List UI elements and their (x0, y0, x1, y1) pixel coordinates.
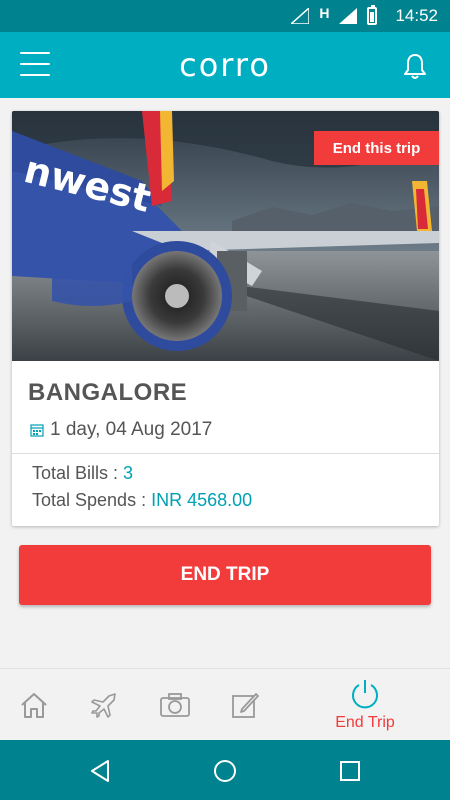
menu-icon-line (20, 74, 50, 76)
flight-icon (91, 693, 116, 718)
edit-icon (232, 693, 259, 718)
app-bar: corro (0, 32, 450, 98)
trip-card[interactable]: nwest End this trip BANGALORE 1 day, 04 … (12, 111, 439, 526)
end-this-trip-badge[interactable]: End this trip (314, 131, 439, 165)
status-time: 14:52 (395, 6, 438, 25)
home-icon (21, 693, 47, 718)
status-bar: H 14:52 (0, 0, 450, 32)
power-icon (352, 680, 378, 709)
card-divider (12, 453, 439, 454)
wifi-signal-icon (291, 8, 310, 24)
nav-home[interactable] (14, 669, 54, 741)
nav-end-trip[interactable]: End Trip (320, 669, 410, 741)
home-circle-icon[interactable] (211, 757, 239, 785)
recent-apps-icon[interactable] (336, 757, 364, 785)
nav-camera[interactable] (155, 669, 195, 741)
system-nav-bar (0, 740, 450, 800)
end-trip-button[interactable]: END TRIP (19, 545, 431, 605)
battery-icon (367, 5, 378, 25)
total-spends-row: Total Spends : INR 4568.00 (32, 490, 252, 511)
trip-date-row: 1 day, 04 Aug 2017 (30, 419, 212, 441)
trip-cover-image: nwest End this trip (12, 111, 439, 361)
total-bills-value: 3 (123, 463, 134, 483)
app-logo: corro (179, 46, 271, 84)
nav-edit[interactable] (225, 669, 265, 741)
total-spends-label: Total Spends : (32, 490, 147, 510)
menu-icon-line (20, 63, 50, 65)
total-spends-value: INR 4568.00 (151, 490, 253, 510)
total-bills-label: Total Bills : (32, 463, 119, 483)
notification-bell-icon[interactable] (402, 52, 428, 80)
bottom-nav: End Trip (0, 668, 450, 740)
calendar-icon (30, 424, 44, 437)
back-icon[interactable] (86, 757, 114, 785)
total-bills-row: Total Bills : 3 (32, 463, 133, 484)
network-type-label: H (319, 5, 330, 21)
cell-signal-icon (339, 8, 358, 24)
trip-city-title: BANGALORE (28, 379, 188, 406)
camera-icon (160, 693, 190, 717)
nav-flight[interactable] (84, 669, 124, 741)
menu-icon-line (20, 52, 50, 54)
trip-date-text: 1 day, 04 Aug 2017 (50, 419, 213, 440)
menu-button[interactable] (20, 52, 50, 76)
nav-end-trip-label: End Trip (335, 714, 395, 731)
